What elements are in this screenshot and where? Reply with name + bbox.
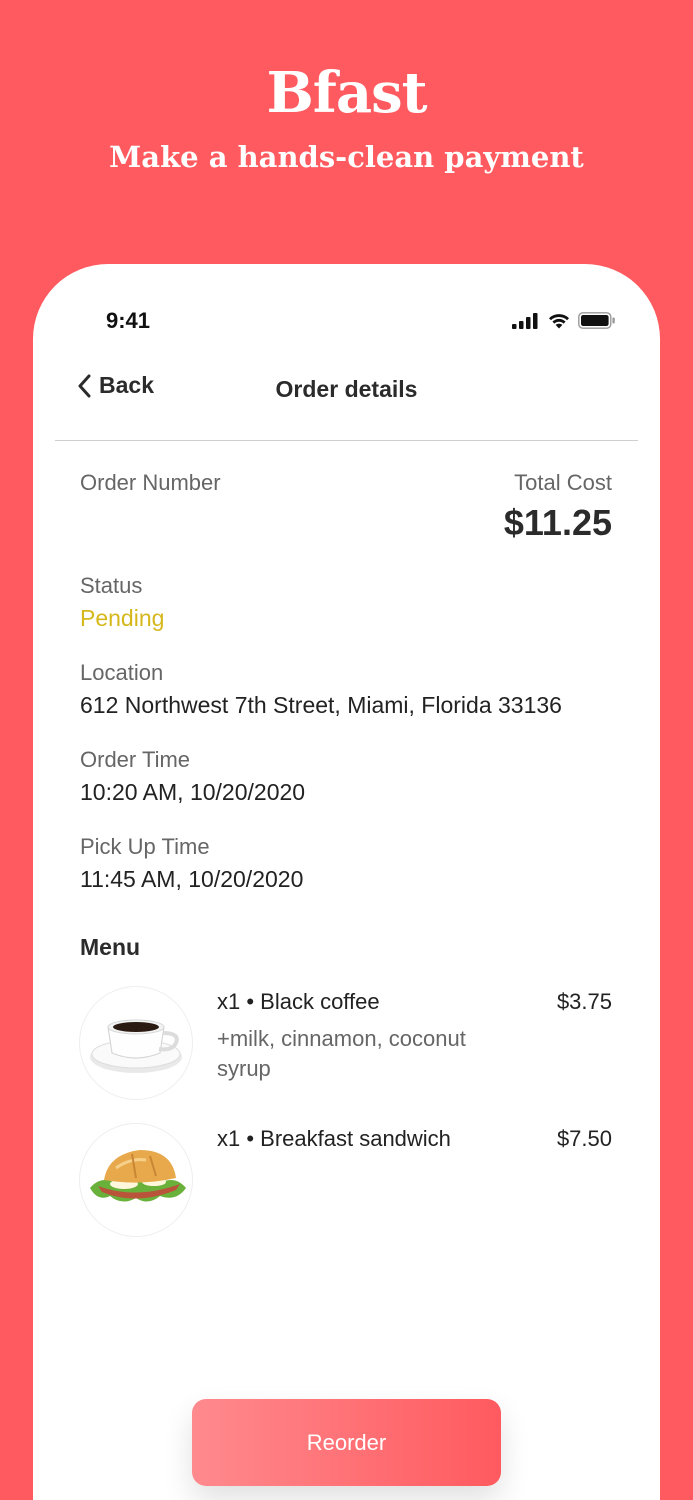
total-cost-label: Total Cost bbox=[514, 470, 612, 495]
status-label: Status bbox=[80, 573, 143, 598]
app-title: Bfast bbox=[266, 60, 427, 126]
location-label: Location bbox=[80, 660, 164, 685]
pickup-time-value: 11:45 AM, 10/20/2020 bbox=[80, 866, 304, 892]
status-icons bbox=[512, 312, 616, 329]
wifi-icon bbox=[549, 314, 569, 329]
reorder-button[interactable]: Reorder bbox=[192, 1399, 501, 1486]
app-subtitle: Make a hands-clean payment bbox=[109, 140, 584, 174]
menu-item-name: x1 • Breakfast sandwich bbox=[217, 1126, 451, 1151]
total-cost-value: $11.25 bbox=[503, 502, 612, 543]
battery-icon bbox=[578, 312, 615, 329]
phone-screen: 9:41 Back Order details Order Number Tot… bbox=[33, 264, 660, 1500]
menu-item-name: x1 • Black coffee bbox=[217, 989, 380, 1014]
menu-heading: Menu bbox=[80, 934, 141, 960]
coffee-cup-image bbox=[79, 986, 193, 1100]
reorder-label: Reorder bbox=[306, 1429, 387, 1455]
order-number-label: Order Number bbox=[80, 470, 221, 495]
header-divider bbox=[55, 440, 638, 441]
order-time-value: 10:20 AM, 10/20/2020 bbox=[80, 779, 306, 805]
menu-item-modifiers: +milk, cinnamon, coconut syrup bbox=[217, 1026, 466, 1081]
menu-item-price: $7.50 bbox=[556, 1126, 612, 1151]
status-badge: Pending bbox=[80, 605, 165, 631]
menu-item-price: $3.75 bbox=[556, 989, 612, 1014]
page-title: Order details bbox=[275, 376, 418, 402]
location-value: 612 Northwest 7th Street, Miami, Florida… bbox=[80, 692, 562, 718]
order-time-label: Order Time bbox=[80, 747, 191, 772]
sandwich-image bbox=[79, 1123, 193, 1237]
status-time: 9:41 bbox=[106, 308, 151, 333]
signal-icon bbox=[512, 312, 538, 329]
pickup-time-label: Pick Up Time bbox=[80, 834, 210, 859]
navigation-bar: Back Order details bbox=[33, 372, 660, 412]
status-bar: 9:41 bbox=[33, 308, 660, 338]
